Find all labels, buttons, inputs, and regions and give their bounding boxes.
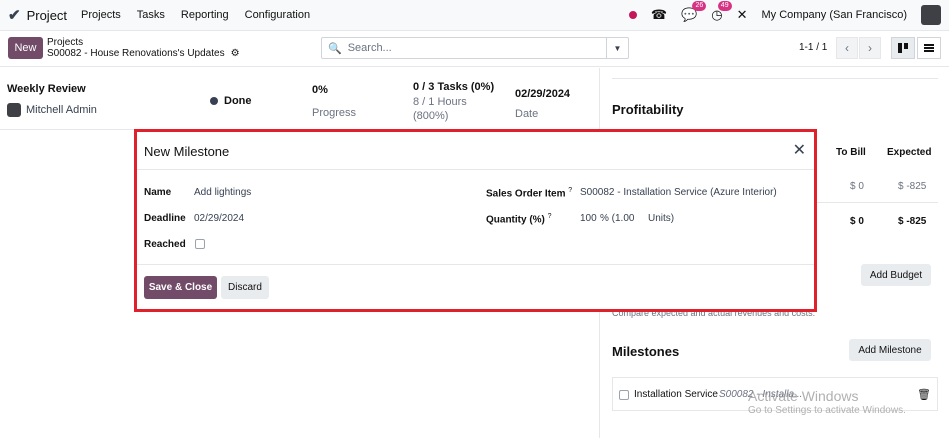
dialog-header: New Milestone ✕: [137, 132, 814, 170]
sales-order-item-field[interactable]: S00082 - Installation Service (Azure Int…: [580, 187, 777, 198]
sales-order-item-label: Sales Order Item ?: [486, 187, 572, 199]
sales-order-item-label-text: Sales Order Item: [486, 188, 566, 200]
quantity-suffix: % (1.00: [600, 213, 635, 224]
quantity-label: Quantity (%) ?: [486, 213, 552, 225]
reached-label: Reached: [144, 239, 186, 250]
discard-button[interactable]: Discard: [221, 276, 269, 299]
name-label: Name: [144, 187, 172, 198]
deadline-label: Deadline: [144, 213, 186, 224]
name-field[interactable]: Add lightings: [194, 187, 251, 198]
new-milestone-dialog: New Milestone ✕ Name Add lightings Deadl…: [134, 129, 817, 312]
reached-checkbox[interactable]: [195, 239, 205, 249]
dialog-title: New Milestone: [144, 144, 230, 159]
quantity-label-text: Quantity (%): [486, 214, 545, 226]
quantity-field[interactable]: 100: [580, 213, 597, 224]
close-icon[interactable]: ✕: [793, 140, 806, 160]
help-tooltip-icon[interactable]: ?: [548, 213, 552, 220]
save-close-button[interactable]: Save & Close: [144, 276, 217, 299]
help-tooltip-icon[interactable]: ?: [568, 187, 572, 194]
activation-watermark-title: Activate Windows: [748, 388, 859, 404]
quantity-unit: Units): [648, 213, 675, 224]
deadline-field[interactable]: 02/29/2024: [194, 213, 244, 224]
dialog-footer: Save & Close Discard: [137, 264, 814, 309]
activation-watermark-hint: Go to Settings to activate Windows.: [748, 405, 906, 416]
